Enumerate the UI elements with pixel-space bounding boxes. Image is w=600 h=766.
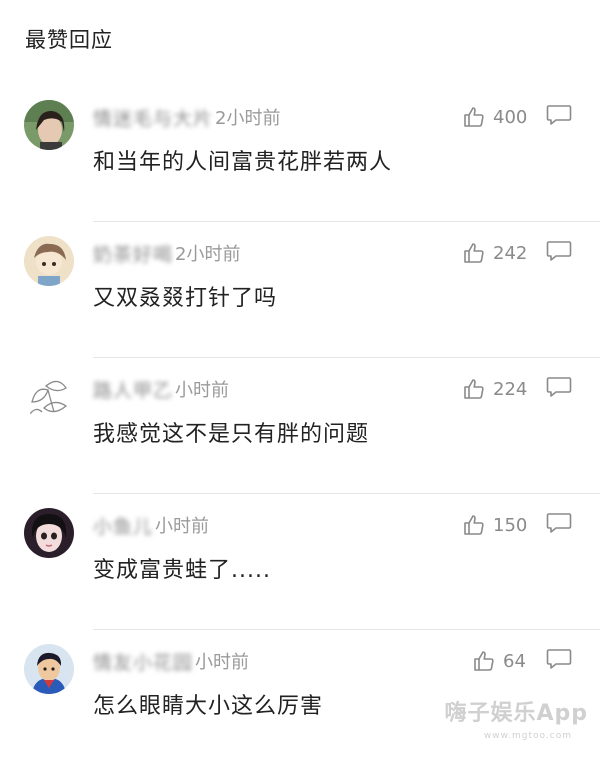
like-count: 224	[493, 378, 528, 400]
avatar[interactable]	[24, 100, 74, 150]
timestamp: 2小时前	[175, 244, 241, 265]
comment-bubble-icon[interactable]	[546, 104, 572, 126]
comment-bubble-icon[interactable]	[546, 240, 572, 262]
like-count: 400	[493, 106, 528, 128]
like-count: 150	[493, 514, 528, 536]
like-button[interactable]: 64	[473, 648, 526, 674]
section-title: 最赞回应	[25, 28, 113, 52]
comment-text: 又双叒叕打针了吗	[93, 286, 278, 311]
comment-item: 路人甲乙 小时前 224 我感觉这不是只有胖的问题	[0, 358, 600, 494]
avatar[interactable]	[24, 644, 74, 694]
avatar[interactable]	[24, 372, 74, 422]
username[interactable]: 小鱼儿	[93, 512, 153, 539]
comment-bubble-icon[interactable]	[546, 648, 572, 670]
like-button[interactable]: 400	[463, 104, 527, 130]
comment-text: 变成富贵蛙了.....	[93, 558, 271, 583]
comment-bubble-icon[interactable]	[546, 512, 572, 534]
username-row: 小鱼儿 小时前	[93, 512, 210, 539]
username[interactable]: 奶茶好喝	[93, 240, 173, 267]
like-count: 64	[503, 650, 526, 672]
watermark: 嗨子娱乐App	[444, 701, 588, 726]
username[interactable]: 路人甲乙	[93, 376, 173, 403]
comment-item: 小鱼儿 小时前 150 变成富贵蛙了.....	[0, 494, 600, 630]
timestamp: 小时前	[155, 516, 210, 537]
comment-text: 我感觉这不是只有胖的问题	[93, 422, 370, 447]
comment-text: 怎么眼睛大小这么厉害	[93, 694, 324, 719]
comment-item: 奶茶好喝 2小时前 242 又双叒叕打针了吗	[0, 222, 600, 358]
like-button[interactable]: 150	[463, 512, 527, 538]
thumbs-up-icon	[464, 379, 484, 399]
thumbs-up-icon	[464, 515, 484, 535]
username-row: 奶茶好喝 2小时前	[93, 240, 241, 267]
thumbs-up-icon	[474, 651, 494, 671]
username[interactable]: 情友小花园	[93, 648, 193, 675]
timestamp: 小时前	[175, 380, 230, 401]
comment-bubble-icon[interactable]	[546, 376, 572, 398]
timestamp: 2小时前	[215, 108, 281, 129]
timestamp: 小时前	[195, 652, 250, 673]
username-row: 路人甲乙 小时前	[93, 376, 230, 403]
username-row: 情友小花园 小时前	[93, 648, 250, 675]
thumbs-up-icon	[464, 243, 484, 263]
comment-text: 和当年的人间富贵花胖若两人	[93, 150, 393, 175]
username-row: 情迷毛与大片 2小时前	[93, 104, 281, 131]
like-button[interactable]: 242	[463, 240, 527, 266]
thumbs-up-icon	[464, 107, 484, 127]
watermark-url: www.mgtoo.com	[483, 731, 572, 741]
like-count: 242	[493, 242, 528, 264]
like-button[interactable]: 224	[463, 376, 527, 402]
username[interactable]: 情迷毛与大片	[93, 104, 213, 131]
avatar[interactable]	[24, 508, 74, 558]
avatar[interactable]	[24, 236, 74, 286]
comment-item: 情迷毛与大片 2小时前 400 和当年的人间富贵花胖若两人	[0, 86, 600, 222]
